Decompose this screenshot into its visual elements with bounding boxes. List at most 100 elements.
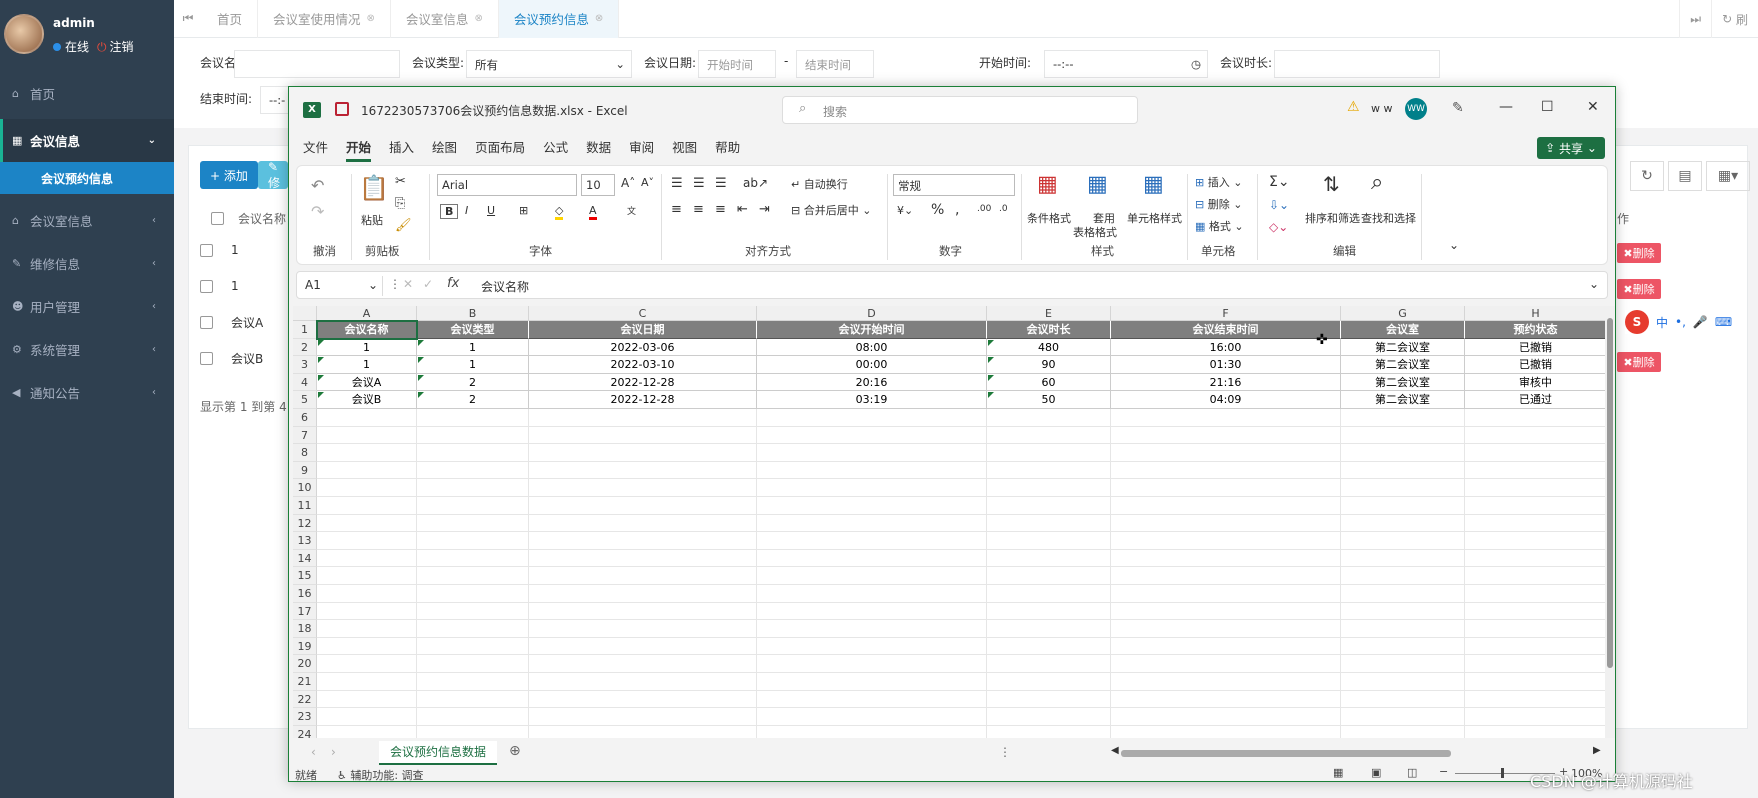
name-box[interactable]: A1 ⌄ (301, 276, 383, 296)
header-cell[interactable]: 会议类型 (417, 321, 529, 339)
row-checkbox[interactable] (200, 279, 213, 293)
row-header[interactable]: 1 (293, 321, 317, 339)
tab-room-usage[interactable]: 会议室使用情况 ⊗ (258, 0, 391, 38)
bold-icon[interactable]: B (440, 204, 459, 219)
cell-style-label[interactable]: 单元格样式 (1127, 210, 1182, 226)
ime-punct-icon[interactable]: •, (1675, 315, 1686, 329)
column-header[interactable]: D (757, 306, 987, 321)
paste-icon[interactable]: 📋 (359, 174, 389, 202)
sidebar-item-repair[interactable]: ✎ 维修信息 ‹ (0, 242, 174, 285)
row-header[interactable]: 2 (293, 338, 317, 357)
share-button[interactable]: ⇪ 共享 ⌄ (1537, 137, 1605, 159)
tabs-scroll-left-icon[interactable]: ⏮ (174, 11, 202, 26)
conditional-format-label[interactable]: 条件格式 (1027, 210, 1071, 226)
font-size-select[interactable]: 10 (581, 174, 615, 196)
expand-formula-icon[interactable]: ⌄ (1589, 277, 1599, 291)
sheet-prev-icon[interactable]: ‹ (311, 745, 316, 759)
vertical-scroll-thumb[interactable] (1607, 318, 1613, 668)
data-cell[interactable]: 1 (417, 356, 529, 374)
header-cell[interactable]: 会议日期 (529, 321, 757, 339)
meeting-name-input[interactable] (234, 50, 400, 78)
row-header[interactable]: 22 (293, 690, 317, 709)
sheet-tab[interactable]: 会议预约信息数据 (379, 741, 497, 765)
close-icon[interactable]: ⊗ (595, 13, 603, 24)
undo-icon[interactable]: ↶ (311, 176, 324, 195)
data-cell[interactable]: 2022-12-28 (529, 391, 757, 409)
sidebar-item-home[interactable]: ⌂ 首页 (0, 72, 174, 115)
menu-home[interactable]: 开始 (346, 137, 372, 162)
phonetic-icon[interactable]: 文 (627, 204, 636, 217)
column-header[interactable]: A (317, 306, 417, 321)
minimize-icon[interactable]: — (1499, 99, 1513, 115)
menu-formulas[interactable]: 公式 (543, 137, 568, 162)
menu-page-layout[interactable]: 页面布局 (475, 137, 525, 162)
select-all-checkbox[interactable] (211, 212, 224, 225)
menu-review[interactable]: 审阅 (629, 137, 654, 162)
header-cell[interactable]: 会议室 (1341, 321, 1465, 339)
row-header[interactable]: 6 (293, 409, 317, 427)
font-shrink-icon[interactable]: A˅ (641, 176, 654, 189)
align-top-icon[interactable]: ☰ (671, 176, 683, 191)
row-header[interactable]: 19 (293, 637, 317, 656)
data-cell[interactable]: 1 (317, 338, 417, 357)
column-header[interactable]: E (987, 306, 1111, 321)
conditional-format-icon[interactable]: ▦ (1037, 172, 1058, 197)
column-header[interactable]: C (529, 306, 757, 321)
row-header[interactable]: 8 (293, 444, 317, 462)
data-cell[interactable]: 会议A (317, 373, 417, 392)
data-cell[interactable]: 第二会议室 (1341, 373, 1465, 392)
date-start-input[interactable]: 开始时间 (698, 50, 776, 78)
data-cell[interactable]: 03:19 (757, 391, 987, 409)
data-cell[interactable]: 2022-03-06 (529, 338, 757, 357)
indent-increase-icon[interactable]: ⇥ (759, 202, 770, 217)
data-cell[interactable]: 已撤销 (1465, 338, 1607, 357)
delete-button[interactable]: ✖删除 (1617, 352, 1661, 372)
formula-content[interactable]: 会议名称 (481, 278, 529, 295)
data-cell[interactable]: 已通过 (1465, 391, 1607, 409)
row-header[interactable]: 16 (293, 585, 317, 603)
close-window-icon[interactable]: ✕ (1587, 99, 1599, 115)
maximize-icon[interactable]: ☐ (1541, 99, 1554, 115)
selected-cell[interactable] (316, 320, 418, 340)
header-cell[interactable]: 会议结束时间 (1111, 321, 1341, 339)
ribbon-collapse-icon[interactable]: ⌄ (1449, 238, 1459, 252)
clear-icon[interactable]: ◇⌄ (1269, 220, 1288, 234)
horizontal-scroll-thumb[interactable] (1121, 750, 1451, 757)
account-avatar[interactable]: WW (1405, 98, 1427, 120)
row-header[interactable]: 3 (293, 356, 317, 374)
row-header[interactable]: 18 (293, 620, 317, 638)
underline-icon[interactable]: U (487, 204, 495, 217)
fill-color-icon[interactable]: ◇ (555, 204, 564, 220)
data-cell[interactable]: 480 (987, 338, 1111, 357)
menu-view[interactable]: 视图 (672, 137, 697, 162)
decrease-decimal-icon[interactable]: .0 (999, 204, 1008, 214)
row-header[interactable]: 20 (293, 655, 317, 673)
columns-toggle-icon[interactable]: ▤ (1668, 161, 1702, 191)
data-cell[interactable]: 2022-03-10 (529, 356, 757, 374)
align-middle-icon[interactable]: ☰ (693, 176, 705, 191)
wrap-text-button[interactable]: ↵ 自动换行 (791, 176, 848, 192)
indent-decrease-icon[interactable]: ⇤ (737, 202, 748, 217)
comma-icon[interactable]: , (955, 202, 959, 218)
redo-icon[interactable]: ↷ (311, 202, 324, 221)
data-cell[interactable]: 60 (987, 373, 1111, 392)
zoom-out-icon[interactable]: − (1439, 765, 1448, 778)
worksheet[interactable]: A B C D E F G H 1 2 3 4 5 6 7 8 9 10 11 12 13 14 15 16 17 18 19 20 2… (293, 306, 1607, 738)
column-header[interactable]: F (1111, 306, 1341, 321)
row-header[interactable]: 15 (293, 567, 317, 585)
row-header[interactable]: 23 (293, 708, 317, 726)
normal-view-icon[interactable]: ▦ (1333, 766, 1343, 779)
data-cell[interactable]: 90 (987, 356, 1111, 374)
scroll-left-icon[interactable]: ◀ (1111, 745, 1119, 756)
row-checkbox[interactable] (200, 315, 213, 329)
tab-home[interactable]: 首页 (202, 0, 259, 38)
confirm-icon[interactable]: ✓ (423, 277, 433, 291)
grid-view-icon[interactable]: ▦▾ (1706, 161, 1750, 191)
data-cell[interactable]: 20:16 (757, 373, 987, 392)
data-cell[interactable]: 第二会议室 (1341, 338, 1465, 357)
save-icon[interactable] (335, 102, 349, 116)
menu-insert[interactable]: 插入 (389, 137, 414, 162)
orientation-icon[interactable]: ab↗ (743, 176, 768, 190)
vertical-scrollbar[interactable] (1605, 306, 1615, 738)
start-time-input[interactable]: --:-- ◷ (1044, 50, 1208, 78)
